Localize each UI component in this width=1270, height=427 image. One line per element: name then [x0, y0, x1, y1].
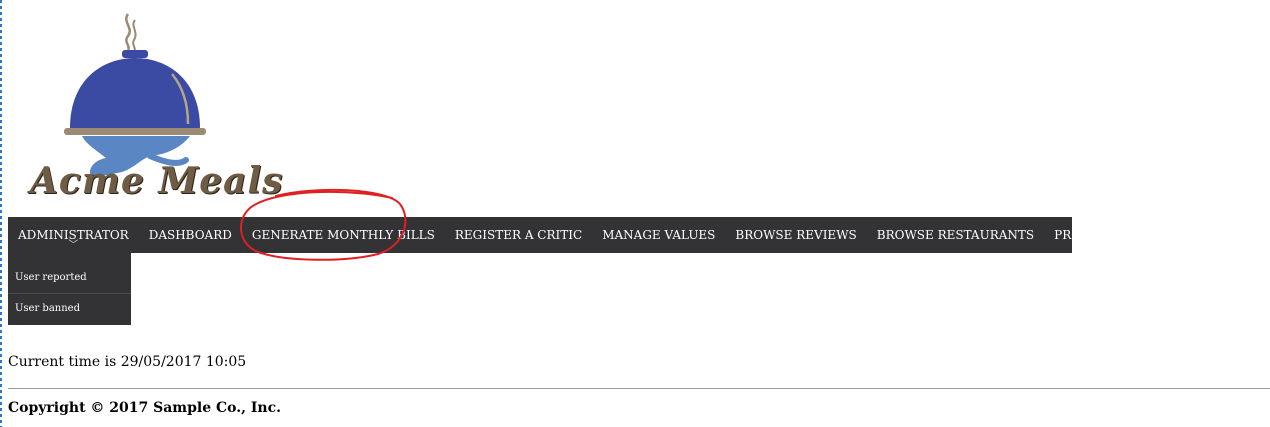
- nav-item-dashboard[interactable]: DASHBOARD: [139, 217, 242, 253]
- logo-text: Acme Meals: [30, 160, 284, 202]
- dropdown-item-user-banned[interactable]: User banned: [8, 294, 131, 324]
- nav-item-label: DASHBOARD: [148, 228, 232, 242]
- nav-item-label: PROFILE (ADMIN): [1054, 228, 1170, 242]
- page: Acme Meals ADMINISTRATOR ﹀ DASHBOARD GEN…: [0, 0, 1270, 427]
- nav-item-register-a-critic[interactable]: REGISTER A CRITIC: [445, 217, 592, 253]
- nav-item-manage-values[interactable]: MANAGE VALUES: [592, 217, 725, 253]
- nav-item-label: MANAGE VALUES: [602, 228, 716, 242]
- footer-copyright: Copyright © 2017 Sample Co., Inc.: [8, 400, 281, 416]
- nav-item-label: REGISTER A CRITIC: [454, 228, 583, 242]
- nav-item-label: BROWSE REVIEWS: [735, 228, 857, 242]
- dashed-guide-line: [0, 0, 2, 427]
- nav-item-label: BROWSE RESTAURANTS: [876, 228, 1035, 242]
- main-navbar: ADMINISTRATOR ﹀ DASHBOARD GENERATE MONTH…: [8, 217, 1170, 253]
- acme-meals-logo[interactable]: Acme Meals: [22, 10, 282, 202]
- nav-item-browse-reviews[interactable]: BROWSE REVIEWS: [725, 217, 866, 253]
- nav-item-label: GENERATE MONTHLY BILLS: [251, 228, 435, 242]
- nav-item-administrator[interactable]: ADMINISTRATOR ﹀: [8, 217, 139, 253]
- nav-item-generate-monthly-bills[interactable]: GENERATE MONTHLY BILLS: [242, 217, 445, 253]
- current-time-text: Current time is 29/05/2017 10:05: [8, 354, 247, 370]
- nav-item-profile-admin[interactable]: PROFILE (ADMIN): [1044, 217, 1180, 253]
- chevron-down-icon: ﹀: [68, 240, 79, 251]
- nav-item-browse-restaurants[interactable]: BROWSE RESTAURANTS: [867, 217, 1044, 253]
- footer-divider: [8, 388, 1270, 389]
- dropdown-item-user-reported[interactable]: User reported: [8, 262, 131, 294]
- administrator-dropdown-menu: User reported User banned: [8, 253, 131, 325]
